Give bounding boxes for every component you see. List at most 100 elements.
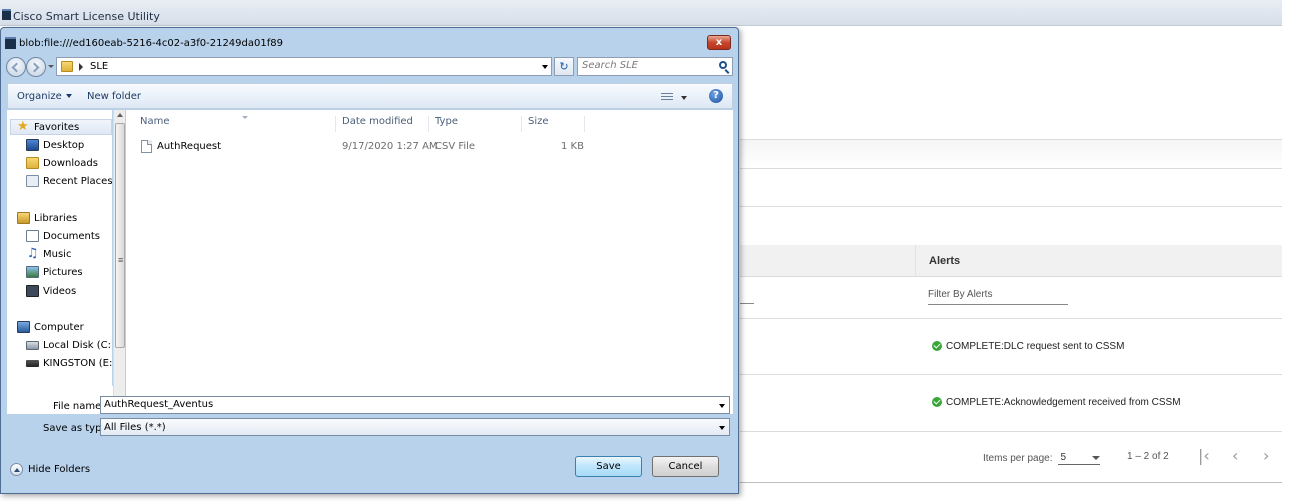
nav-item-local-disk[interactable]: Local Disk (C:) — [26, 337, 112, 353]
file-type: CSV File — [435, 141, 476, 152]
nav-label: Recent Places — [43, 175, 112, 187]
command-bar: Organize New folder ? — [7, 83, 733, 109]
prev-page-icon[interactable]: ‹ — [1232, 447, 1238, 465]
nav-item-videos[interactable]: Videos — [26, 283, 76, 299]
caret-down-icon[interactable] — [681, 96, 687, 100]
dialog-titlebar[interactable]: blob:file:///ed160eab-5216-4c02-a3f0-212… — [1, 28, 738, 56]
app-title: Cisco Smart License Utility — [13, 10, 160, 23]
nav-scrollbar[interactable]: ≡ — [113, 110, 125, 414]
chevron-down-icon[interactable] — [542, 65, 548, 69]
items-per-page-label: Items per page: — [983, 452, 1053, 464]
nav-label: Pictures — [43, 266, 83, 278]
first-page-icon[interactable]: |‹ — [1198, 447, 1210, 465]
help-icon[interactable]: ? — [709, 89, 723, 103]
chevron-right-icon[interactable] — [79, 63, 83, 71]
splitter-grip-icon[interactable]: ≡ — [118, 255, 123, 265]
forward-button[interactable] — [26, 57, 46, 77]
videos-icon — [26, 285, 39, 297]
caret-down-icon — [65, 94, 72, 98]
column-header-type[interactable]: Type — [431, 116, 522, 132]
search-box[interactable] — [577, 57, 733, 76]
search-input[interactable] — [582, 60, 712, 71]
column-header-date[interactable]: Date modified — [338, 116, 429, 132]
address-bar[interactable]: SLE — [56, 57, 552, 76]
nav-favorites[interactable]: ★ Favorites — [10, 119, 112, 135]
file-row[interactable]: AuthRequest 9/17/2020 1:27 AM CSV File 1… — [137, 138, 585, 155]
nav-label: Favorites — [34, 121, 80, 133]
nav-computer[interactable]: Computer — [17, 319, 84, 335]
cancel-button[interactable]: Cancel — [652, 456, 719, 477]
scroll-up-icon[interactable] — [117, 113, 123, 117]
app-icon — [5, 37, 16, 49]
collapse-up-icon — [10, 462, 23, 476]
items-per-page-value: 5 — [1060, 452, 1067, 463]
scroll-thumb[interactable] — [115, 123, 125, 348]
navigation-pane: ★ Favorites Desktop Downloads Recent Pla… — [7, 110, 112, 386]
hide-folders-label: Hide Folders — [28, 463, 91, 475]
app-titlebar: Cisco Smart License Utility — [0, 0, 1282, 26]
file-list: Name Date modified Type Size AuthRequest… — [126, 110, 733, 414]
recent-places-icon — [26, 175, 39, 187]
desktop-icon — [26, 139, 39, 151]
filter-input-underline[interactable] — [740, 303, 754, 304]
file-date: 9/17/2020 1:27 AM — [342, 141, 438, 152]
column-header-name[interactable]: Name — [136, 116, 336, 132]
close-button[interactable]: x — [707, 35, 731, 50]
nav-item-documents[interactable]: Documents — [26, 228, 100, 244]
hide-folders-button[interactable]: Hide Folders — [10, 461, 90, 477]
divider — [740, 482, 1282, 483]
nav-item-pictures[interactable]: Pictures — [26, 264, 83, 280]
save-type-select[interactable]: All Files (*.*) — [100, 418, 730, 436]
new-folder-button[interactable]: New folder — [87, 91, 141, 102]
column-header-size[interactable]: Size — [524, 116, 585, 132]
filter-alerts-input[interactable]: Filter By Alerts — [928, 289, 1068, 305]
check-circle-icon — [932, 341, 942, 351]
downloads-icon — [26, 157, 39, 169]
back-button[interactable] — [6, 57, 26, 77]
pictures-icon — [26, 266, 39, 278]
star-icon: ★ — [17, 119, 29, 134]
items-per-page-select[interactable]: 5 — [1058, 451, 1101, 465]
next-page-icon[interactable]: › — [1263, 447, 1269, 465]
breadcrumb[interactable]: SLE — [90, 61, 108, 72]
app-logo-icon — [2, 9, 11, 20]
nav-item-recent-places[interactable]: Recent Places — [26, 173, 112, 189]
computer-icon — [17, 321, 30, 333]
nav-libraries[interactable]: Libraries — [17, 210, 77, 226]
nav-item-music[interactable]: ♫ Music — [26, 246, 72, 262]
nav-label: Downloads — [43, 157, 98, 169]
organize-button[interactable]: Organize — [17, 91, 72, 102]
file-name: AuthRequest — [157, 141, 222, 152]
nav-item-downloads[interactable]: Downloads — [26, 155, 98, 171]
views-icon[interactable] — [661, 93, 673, 102]
nav-item-kingston[interactable]: KINGSTON (E:) — [26, 355, 112, 371]
nav-label: Desktop — [43, 139, 85, 151]
sort-icon — [242, 116, 248, 119]
refresh-button[interactable]: ↻ — [554, 57, 574, 76]
documents-icon — [26, 230, 39, 242]
usb-drive-icon — [26, 359, 39, 367]
file-name-input[interactable] — [104, 399, 704, 410]
nav-item-desktop[interactable]: Desktop — [26, 137, 84, 153]
search-icon[interactable] — [719, 61, 727, 69]
table-header-row — [740, 245, 1282, 276]
divider — [740, 168, 1282, 169]
divider — [740, 206, 1282, 207]
file-name-field[interactable] — [100, 396, 730, 414]
recent-locations-icon[interactable] — [48, 65, 54, 68]
libraries-icon — [17, 212, 30, 224]
alert-text: COMPLETE:DLC request sent to CSSM — [946, 340, 1125, 352]
divider — [740, 318, 1282, 319]
save-button[interactable]: Save — [575, 456, 642, 477]
panel-band — [740, 140, 1282, 168]
dialog-title: blob:file:///ed160eab-5216-4c02-a3f0-212… — [19, 38, 283, 49]
divider — [740, 276, 1282, 277]
file-size: 1 KB — [561, 141, 584, 152]
column-divider — [915, 245, 916, 276]
file-icon — [141, 140, 152, 153]
organize-label: Organize — [17, 91, 62, 102]
table-row: COMPLETE:DLC request sent to CSSM — [932, 339, 1124, 353]
chevron-down-icon[interactable] — [719, 426, 725, 430]
page-range: 1 – 2 of 2 — [1127, 451, 1169, 462]
chevron-down-icon[interactable] — [719, 404, 725, 408]
